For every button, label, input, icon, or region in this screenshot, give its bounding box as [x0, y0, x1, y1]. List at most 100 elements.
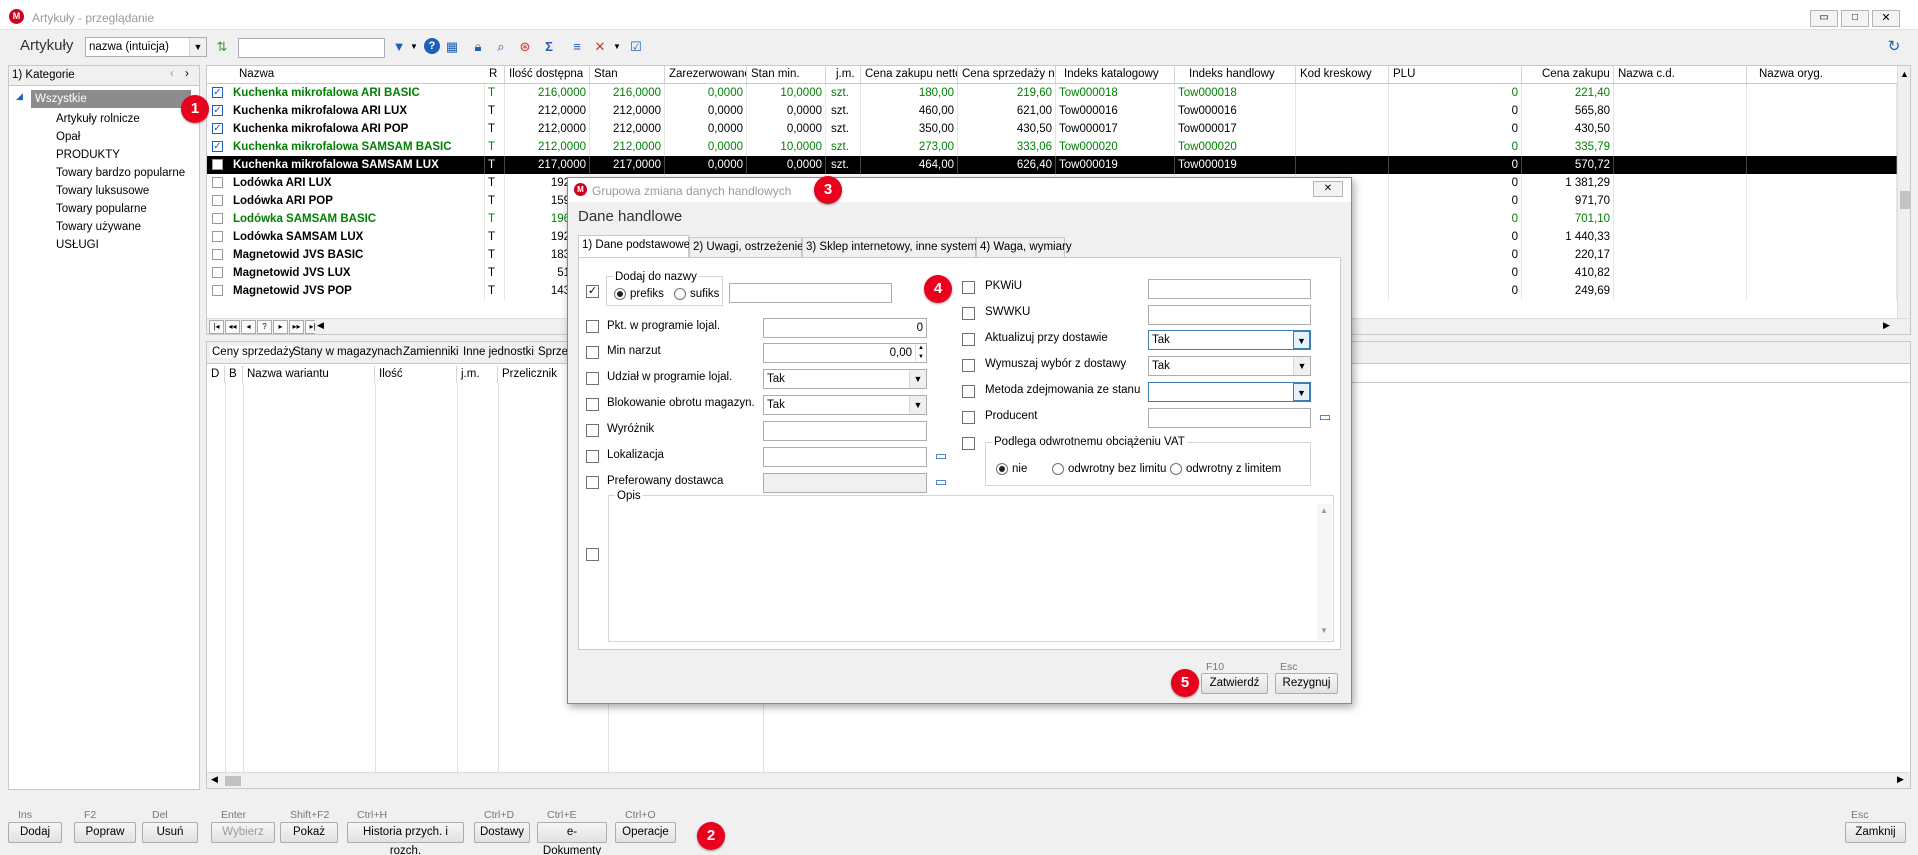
col-cena-sprzedazy-netto[interactable]: Cena sprzedaży netto — [958, 66, 1056, 83]
record-nav-button[interactable]: |◂ — [209, 320, 224, 334]
producent-input[interactable] — [1148, 408, 1311, 428]
row-checkbox[interactable] — [212, 177, 223, 188]
tree-item[interactable]: Opał — [56, 128, 80, 146]
metoda-select[interactable]: ▼ — [1148, 382, 1311, 402]
dialog-close-button[interactable]: ✕ — [1313, 181, 1343, 197]
tree-item[interactable]: Towary popularne — [56, 200, 147, 218]
row-checkbox[interactable] — [212, 249, 223, 260]
scroll-thumb[interactable] — [225, 776, 241, 786]
col-d[interactable]: D — [207, 366, 225, 383]
table-row[interactable]: Kuchenka mikrofalowa SAMSAM LUX T 217,0000… — [207, 156, 1905, 174]
row-checkbox[interactable]: ✓ — [212, 141, 223, 152]
folder-icon[interactable]: ▭ — [932, 473, 950, 491]
col-plu[interactable]: PLU — [1389, 66, 1522, 83]
aktualizuj-select[interactable]: Tak ▼ — [1148, 330, 1311, 350]
lokalizacja-input[interactable] — [763, 447, 927, 467]
row-checkbox[interactable] — [212, 285, 223, 296]
opis-checkbox[interactable] — [586, 548, 599, 561]
chevron-left-icon[interactable]: ‹ — [170, 68, 174, 80]
magnifier-icon[interactable]: ⌕ — [492, 38, 510, 56]
tab-inne-jednostki[interactable]: Inne jednostki — [463, 346, 534, 358]
row-checkbox[interactable]: ✓ — [212, 123, 223, 134]
pkwiu-checkbox[interactable] — [962, 281, 975, 294]
chevron-down-icon[interactable]: ▼ — [1320, 626, 1328, 635]
footer-button-8[interactable]: e-Dokumenty — [537, 822, 607, 855]
tab-dane-podstawowe[interactable]: 1) Dane podstawowe — [578, 235, 690, 257]
row-checkbox[interactable] — [212, 231, 223, 242]
grid-vscroll[interactable]: ▲ — [1897, 66, 1910, 318]
footer-button-5[interactable]: Pokaż — [280, 822, 338, 843]
filter-list-icon[interactable]: ≡ — [568, 38, 586, 56]
wyroznik-input[interactable] — [763, 421, 927, 441]
record-nav-button[interactable]: ▸ — [273, 320, 288, 334]
close-button[interactable]: Zamknij — [1845, 822, 1906, 843]
chevron-left-icon[interactable]: ◀ — [317, 320, 324, 331]
cancel-button[interactable]: Rezygnuj — [1275, 673, 1338, 694]
clear-filter-icon[interactable]: ✕ — [591, 38, 609, 56]
table-row[interactable]: ✓ Kuchenka mikrofalowa ARI BASIC T 216,0000… — [207, 84, 1905, 102]
footer-button-3[interactable]: Usuń — [142, 822, 198, 843]
tree-item[interactable]: Towary bardzo popularne — [56, 164, 185, 182]
tree-item[interactable]: Towary luksusowe — [56, 182, 149, 200]
tab-sklep[interactable]: 3) Sklep internetowy, inne systemy — [802, 237, 983, 257]
chevron-down-icon[interactable]: ▼ — [608, 38, 626, 56]
sufiks-radio[interactable] — [674, 288, 686, 300]
chevron-up-icon[interactable]: ▲ — [1900, 69, 1909, 79]
col-ilosc-dostepna[interactable]: Ilość dostępna — [505, 66, 590, 83]
prefiks-radio[interactable] — [614, 288, 626, 300]
col-jm2[interactable]: j.m. — [457, 366, 498, 383]
confirm-button[interactable]: Zatwierdź — [1201, 673, 1268, 694]
footer-button-6[interactable]: Historia przych. i rozch. — [347, 822, 464, 855]
folder-icon[interactable]: ▭ — [932, 447, 950, 465]
vat-checkbox[interactable] — [962, 437, 975, 450]
table-row[interactable]: ✓ Kuchenka mikrofalowa ARI POP T 212,0000 21… — [207, 120, 1905, 138]
tree-item[interactable]: PRODUKTY — [56, 146, 120, 164]
tab-kategorie[interactable]: 1) Kategorie — [12, 69, 75, 81]
tree-item[interactable]: Towary używane — [56, 218, 141, 236]
checkbox-icon[interactable]: ☑ — [627, 38, 645, 56]
detail-hscroll[interactable]: ◀ ▶ — [207, 772, 1910, 788]
aktualizuj-checkbox[interactable] — [962, 333, 975, 346]
col-zarezerwowano[interactable]: Zarezerwowano — [665, 66, 747, 83]
col-nazwa-wariantu[interactable]: Nazwa wariantu — [243, 366, 375, 383]
close-window-button[interactable]: ✕ — [1872, 10, 1900, 27]
lokalizacja-checkbox[interactable] — [586, 450, 599, 463]
opis-scrollbar[interactable]: ▲ ▼ — [1317, 504, 1332, 640]
row-checkbox[interactable]: ✓ — [212, 105, 223, 116]
col-indeks-handlowy[interactable]: Indeks handlowy — [1175, 66, 1296, 83]
record-nav-button[interactable]: ▸▸ — [289, 320, 304, 334]
tab-waga[interactable]: 4) Waga, wymiary — [976, 237, 1072, 257]
col-kod-kreskowy[interactable]: Kod kreskowy — [1296, 66, 1389, 83]
col-b[interactable]: B — [225, 366, 243, 383]
producent-checkbox[interactable] — [962, 411, 975, 424]
minimize-button[interactable]: ▭ — [1810, 10, 1838, 27]
blokowanie-checkbox[interactable] — [586, 398, 599, 411]
row-checkbox[interactable] — [212, 213, 223, 224]
row-checkbox[interactable] — [212, 267, 223, 278]
chevron-right-icon[interactable]: › — [185, 68, 189, 80]
maximize-button[interactable]: □ — [1841, 10, 1869, 27]
refresh-icon[interactable]: ↻ — [1885, 38, 1903, 56]
udzial-lojal-select[interactable]: Tak ▼ — [763, 369, 927, 389]
dodaj-checkbox[interactable]: ✓ — [586, 285, 599, 298]
opis-textarea[interactable] — [610, 504, 1316, 640]
preferowany-input[interactable] — [763, 473, 927, 493]
col-jm[interactable]: j.m. — [826, 66, 861, 83]
col-nazwa[interactable]: Nazwa — [227, 66, 491, 83]
record-nav-button[interactable]: ◂ — [241, 320, 256, 334]
wyroznik-checkbox[interactable] — [586, 424, 599, 437]
spinner-icon[interactable]: ▲ ▼ — [915, 344, 926, 362]
col-stan[interactable]: Stan — [590, 66, 665, 83]
pkt-lojal-input[interactable]: 0 — [763, 318, 927, 338]
folder-icon[interactable]: ▭ — [1316, 408, 1334, 426]
lock-icon[interactable]: 🔒︎ — [469, 38, 487, 56]
footer-button-2[interactable]: Popraw — [74, 822, 136, 843]
col-nazwa-oryg[interactable]: Nazwa oryg. — [1747, 66, 1910, 83]
tree-item-wszystkie[interactable]: Wszystkie — [31, 90, 191, 108]
help-icon[interactable]: ? — [424, 38, 440, 54]
metoda-checkbox[interactable] — [962, 385, 975, 398]
footer-button-7[interactable]: Dostawy — [474, 822, 530, 843]
row-checkbox[interactable]: ✓ — [212, 87, 223, 98]
wymuszaj-checkbox[interactable] — [962, 359, 975, 372]
udzial-lojal-checkbox[interactable] — [586, 372, 599, 385]
